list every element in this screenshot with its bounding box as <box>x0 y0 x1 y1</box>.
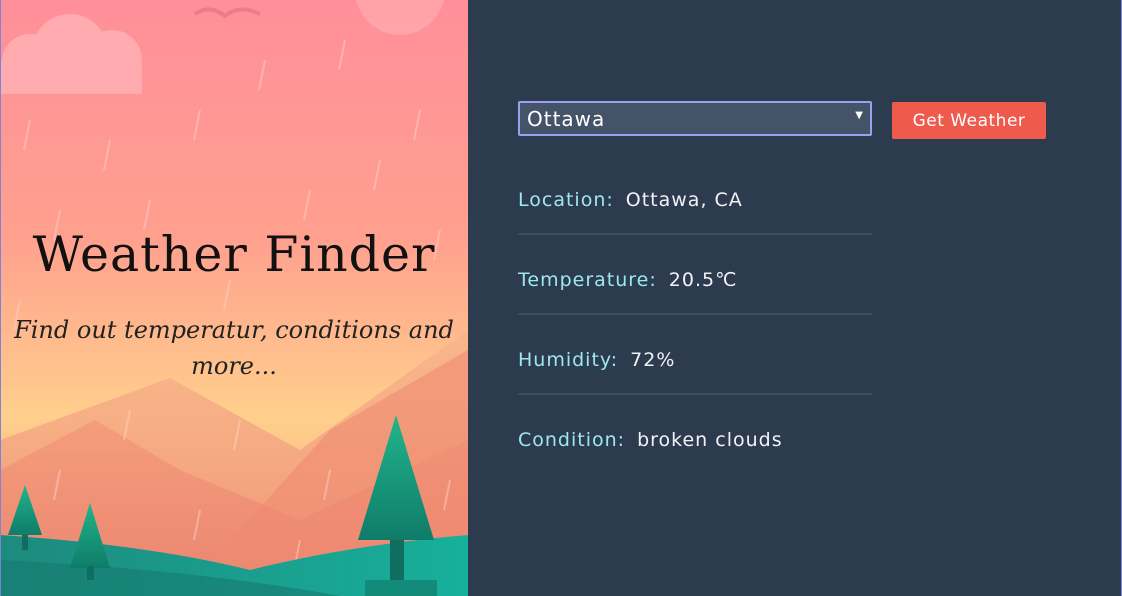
app-subtitle: Find out temperatur, conditions and more… <box>14 316 454 380</box>
app-title: Weather Finder <box>32 226 436 283</box>
humidity-row: Humidity: 72% <box>518 349 872 429</box>
dropdown-caret-icon: ▼ <box>855 110 864 121</box>
location-value: Ottawa, CA <box>625 189 743 211</box>
divider <box>518 233 872 235</box>
location-row: Location: Ottawa, CA <box>518 189 872 269</box>
temperature-label: Temperature: <box>518 269 657 291</box>
city-select[interactable]: Ottawa ▼ <box>518 101 872 136</box>
location-label: Location: <box>518 189 614 211</box>
temperature-value: 20.5℃ <box>668 269 738 291</box>
condition-value: broken clouds <box>637 429 783 451</box>
humidity-value: 72% <box>630 349 676 371</box>
get-weather-button[interactable]: Get Weather <box>892 102 1046 139</box>
humidity-label: Humidity: <box>518 349 619 371</box>
weather-panel: Ottawa ▼ Get Weather Location: Ottawa, CA… <box>468 0 1122 596</box>
city-select-value: Ottawa <box>527 106 606 131</box>
temperature-row: Temperature: 20.5℃ <box>518 269 872 349</box>
condition-label: Condition: <box>518 429 626 451</box>
divider <box>518 313 872 315</box>
hero-illustration: Weather Finder Find out temperatur, cond… <box>0 0 468 596</box>
divider <box>518 393 872 395</box>
condition-row: Condition: broken clouds <box>518 429 872 509</box>
